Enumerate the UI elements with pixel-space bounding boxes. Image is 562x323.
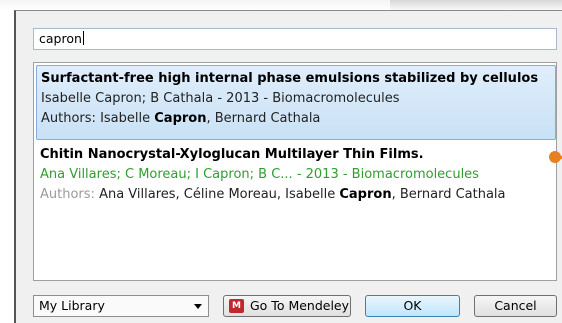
library-select-value: My Library xyxy=(39,298,105,313)
text-caret xyxy=(82,31,84,45)
citation-search-dialog: capron Surfactant-free high internal pha… xyxy=(14,10,562,323)
search-input[interactable]: capron xyxy=(33,28,557,50)
result-item-selected[interactable]: Surfactant-free high internal phase emul… xyxy=(36,65,556,140)
result-item[interactable]: Chitin Nanocrystal-Xyloglucan Multilayer… xyxy=(36,142,556,222)
search-input-value: capron xyxy=(39,31,82,46)
result-meta: Ana Villares; C Moreau; I Capron; B C...… xyxy=(40,167,479,182)
result-authors: Authors: Ana Villares, Céline Moreau, Is… xyxy=(40,185,556,205)
ok-button[interactable]: OK xyxy=(365,295,460,317)
authors-post: , Bernard Cathala xyxy=(391,187,506,202)
authors-post: , Bernard Cathala xyxy=(206,111,321,126)
cancel-label: Cancel xyxy=(494,298,537,313)
ok-label: OK xyxy=(403,298,422,313)
results-list[interactable]: Surfactant-free high internal phase emul… xyxy=(33,62,557,281)
authors-pre: Isabelle xyxy=(100,111,151,126)
authors-match: Capron xyxy=(339,187,392,202)
library-select[interactable]: My Library xyxy=(33,295,209,317)
authors-label: Authors: xyxy=(41,111,96,126)
annotation-dot xyxy=(549,151,561,163)
mendeley-logo-icon: M xyxy=(229,299,244,313)
cancel-button[interactable]: Cancel xyxy=(474,295,557,317)
result-meta: Isabelle Capron; B Cathala - 2013 - Biom… xyxy=(41,91,400,106)
go-to-mendeley-button[interactable]: M Go To Mendeley xyxy=(223,295,351,317)
result-title: Surfactant-free high internal phase emul… xyxy=(41,71,539,86)
authors-label: Authors: xyxy=(40,187,95,202)
go-to-mendeley-label: Go To Mendeley xyxy=(250,298,350,313)
authors-match: Capron xyxy=(154,111,207,126)
result-title: Chitin Nanocrystal-Xyloglucan Multilayer… xyxy=(40,147,424,162)
chevron-down-icon xyxy=(194,304,202,309)
result-authors: Authors: Isabelle Capron, Bernard Cathal… xyxy=(41,109,555,129)
authors-pre: Ana Villares, Céline Moreau, Isabelle xyxy=(99,187,336,202)
